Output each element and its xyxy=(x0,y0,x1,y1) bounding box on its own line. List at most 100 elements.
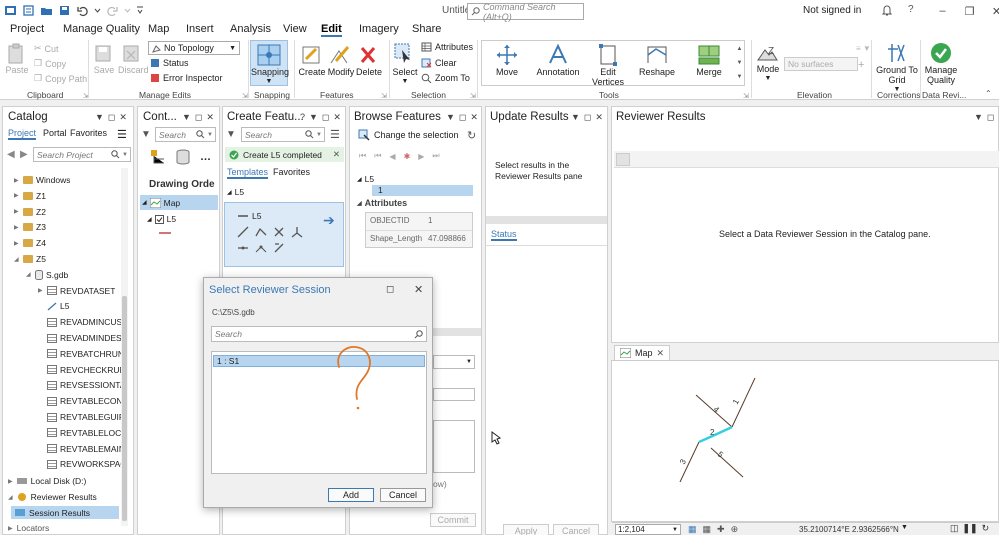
catalog-search-input[interactable]: Search Project ▼ xyxy=(33,147,131,162)
map-scale-dropdown[interactable]: 1:2,104 ▼ xyxy=(615,524,681,535)
close-tab-icon[interactable]: ✕ xyxy=(657,348,665,359)
discard-edits-button[interactable]: Discard xyxy=(118,43,149,75)
tab-analysis[interactable]: Analysis xyxy=(230,23,271,35)
template-group-l5[interactable]: ◢ L5 xyxy=(227,187,244,197)
tree-item-revsessiontae[interactable]: REVSESSIONTAE xyxy=(38,380,124,390)
list-by-source-icon[interactable] xyxy=(176,149,190,165)
map-tab[interactable]: Map ✕ xyxy=(614,345,671,360)
save-icon[interactable] xyxy=(58,4,71,17)
session-list-item[interactable]: 1 : S1 xyxy=(213,355,425,367)
features-launcher-icon[interactable]: ⇲ xyxy=(381,92,387,100)
cancel-update-button[interactable]: Cancel xyxy=(553,524,599,535)
apply-button[interactable]: Apply xyxy=(503,524,549,535)
last-feature-icon[interactable]: ⏭ xyxy=(432,151,439,161)
more-options-icon[interactable]: … xyxy=(200,151,211,163)
coordinate-format-icon[interactable]: ▼ xyxy=(901,524,908,531)
refresh-map-icon[interactable]: ↻ xyxy=(982,523,990,534)
tree-item-revtablelocat[interactable]: REVTABLELOCAT xyxy=(38,428,124,438)
tree-reviewer-results[interactable]: ◢ Reviewer Results xyxy=(8,492,97,502)
contents-pane-controls[interactable]: ▼◻✕ xyxy=(182,112,218,123)
catalog-tab-portal[interactable]: Portal xyxy=(43,128,67,138)
tab-view[interactable]: View xyxy=(283,23,307,35)
copy-path-button[interactable]: ❐ Copy Path xyxy=(34,73,87,84)
expand-icon[interactable]: ◢ xyxy=(14,256,20,263)
manage-templates-icon[interactable]: ☰ xyxy=(330,128,340,141)
select-button[interactable]: Select ▼ xyxy=(392,41,418,87)
move-tool[interactable]: Move xyxy=(488,43,526,77)
pane-splitter[interactable] xyxy=(486,216,607,224)
merge-tool[interactable]: Merge xyxy=(690,43,728,77)
previous-feature-icon[interactable]: ◀ xyxy=(389,152,395,161)
tab-favorites[interactable]: Favorites xyxy=(273,167,310,177)
status-button[interactable]: Status xyxy=(150,58,189,68)
tab-templates[interactable]: Templates xyxy=(227,167,269,179)
tree-item-revcheckrunt[interactable]: REVCHECKRUNT xyxy=(38,365,124,375)
expand-icon[interactable]: ◢ xyxy=(26,271,32,278)
selected-feature-row[interactable]: 1 xyxy=(372,185,473,196)
commit-button[interactable]: Commit xyxy=(430,513,476,527)
arc-tool-icon[interactable] xyxy=(255,226,267,238)
elevation-mode-button[interactable]: Z Mode ▼ xyxy=(755,42,781,84)
new-project-icon[interactable] xyxy=(22,4,35,17)
list-by-drawing-order-icon[interactable] xyxy=(150,149,166,165)
map-line-5[interactable] xyxy=(710,447,744,478)
redo-dropdown-icon[interactable] xyxy=(124,4,131,17)
tab-map[interactable]: Map xyxy=(148,23,169,35)
maximize-dialog-icon[interactable]: ◻ xyxy=(386,284,394,295)
midpoint-tool-icon[interactable] xyxy=(237,242,249,254)
tab-share[interactable]: Share xyxy=(412,23,441,35)
notifications-bell-icon[interactable] xyxy=(881,4,893,17)
ground-to-grid-button[interactable]: Ground To Grid ▼ xyxy=(876,41,918,95)
distance-direction-tool-icon[interactable] xyxy=(255,242,267,254)
paste-button[interactable]: Paste xyxy=(5,43,29,75)
undo-icon[interactable] xyxy=(76,4,89,17)
manage-quality-button[interactable]: Manage Quality xyxy=(921,41,961,85)
fixed-zoom-icon[interactable]: ✚ xyxy=(717,524,725,535)
tree-item-z3[interactable]: ▶ Z3 xyxy=(14,222,46,232)
catalog-menu-icon[interactable]: ☰ xyxy=(117,128,127,141)
reviewer-results-pane-controls[interactable]: ▼◻ xyxy=(974,112,998,123)
elevation-option-icon[interactable]: ≡ ▼ xyxy=(856,44,871,53)
tree-item-revbatchrunt[interactable]: REVBATCHRUNT xyxy=(38,349,124,359)
browse-layer-l5[interactable]: ◢ L5 xyxy=(357,174,374,184)
snapping-button[interactable]: Snapping ▼ xyxy=(250,40,289,86)
expand-icon[interactable]: ▶ xyxy=(14,177,20,184)
filter-icon[interactable]: ▼ xyxy=(226,129,236,140)
attributes-section[interactable]: ◢ Attributes xyxy=(357,198,407,208)
map-canvas[interactable]: 1 2 3 4 5 xyxy=(612,362,998,521)
maximize-icon[interactable]: ❐ xyxy=(956,2,983,20)
catalog-tab-project[interactable]: Project xyxy=(8,128,37,140)
forward-arrow-icon[interactable]: ▶ xyxy=(20,149,28,160)
tree-item-z2[interactable]: ▶ Z2 xyxy=(14,207,46,217)
open-project-icon[interactable] xyxy=(40,4,53,17)
error-inspector-button[interactable]: Error Inspector xyxy=(150,73,223,83)
attributes-button[interactable]: Attributes xyxy=(421,42,473,52)
modify-button[interactable]: Modify xyxy=(326,43,356,77)
map-navigator-icon[interactable]: ▦ xyxy=(688,524,697,535)
filter-icon[interactable]: ▼ xyxy=(141,129,151,140)
line-tool-icon[interactable] xyxy=(237,226,249,238)
extent-icon[interactable]: ⊕ xyxy=(731,524,739,535)
zoom-to-button[interactable]: Zoom To xyxy=(421,73,470,83)
expand-icon[interactable]: ▶ xyxy=(14,208,20,215)
command-search[interactable]: Command Search (Alt+Q) xyxy=(467,2,584,22)
grid-icon[interactable]: ▦ xyxy=(703,524,712,535)
edit-vertices-tool[interactable]: Edit Vertices xyxy=(589,43,627,87)
manage-edits-launcher-icon[interactable]: ⇲ xyxy=(242,92,248,100)
selection-launcher-icon[interactable]: ⇲ xyxy=(470,92,476,100)
tree-item-revadmindesc[interactable]: REVADMINDESC xyxy=(38,333,124,343)
contents-search-input[interactable]: Search ▼ xyxy=(155,127,216,142)
contents-map-item[interactable]: ◢ Map xyxy=(140,195,218,210)
tools-launcher-icon[interactable]: ⇲ xyxy=(743,92,749,100)
tab-project[interactable]: Project xyxy=(10,23,44,35)
tree-item-windows[interactable]: ▶ Windows xyxy=(14,175,70,185)
notes-textarea[interactable] xyxy=(433,420,475,473)
copy-button[interactable]: ❐ Copy xyxy=(34,58,66,69)
catalog-tab-favorites[interactable]: Favorites xyxy=(70,128,107,138)
close-window-icon[interactable]: ✕ xyxy=(983,2,999,20)
collapse-ribbon-icon[interactable]: ⌃ xyxy=(985,89,992,98)
right-angle-tool-icon[interactable] xyxy=(291,226,303,238)
next-feature-icon[interactable]: ▶ xyxy=(418,152,424,161)
customize-toolbar-icon[interactable] xyxy=(136,4,144,17)
expand-icon[interactable]: ▶ xyxy=(38,287,44,294)
